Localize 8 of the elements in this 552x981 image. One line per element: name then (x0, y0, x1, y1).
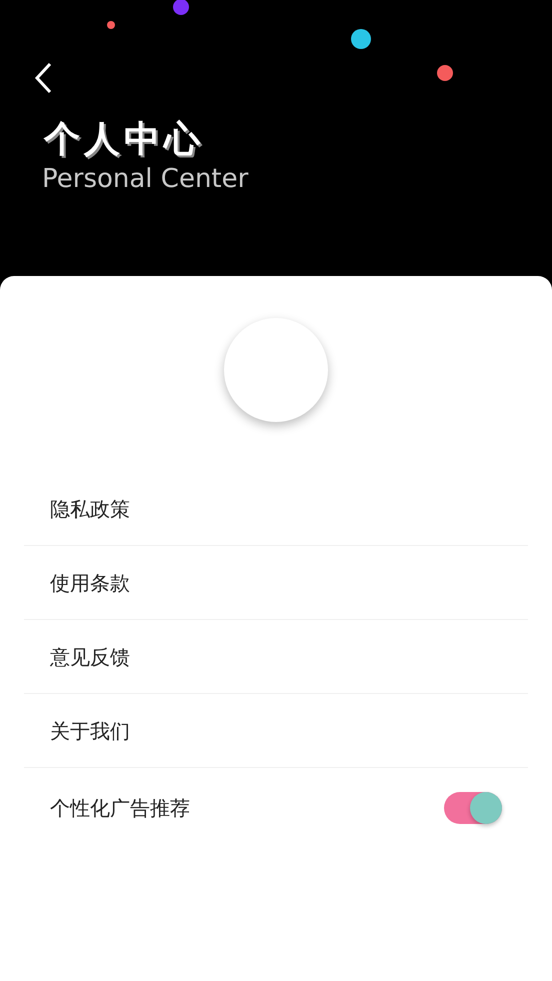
setting-label: 个性化广告推荐 (50, 795, 190, 822)
menu-item[interactable]: 关于我们 (50, 716, 130, 746)
toggle-switch[interactable] (444, 792, 502, 824)
menu-item[interactable]: 意见反馈 (50, 642, 130, 672)
page-subtitle: Personal Center (42, 164, 250, 195)
menu-item[interactable]: 隐私政策 (50, 494, 130, 524)
page-title: 个人中心 (44, 120, 205, 160)
menu-item[interactable]: 使用条款 (50, 568, 130, 598)
